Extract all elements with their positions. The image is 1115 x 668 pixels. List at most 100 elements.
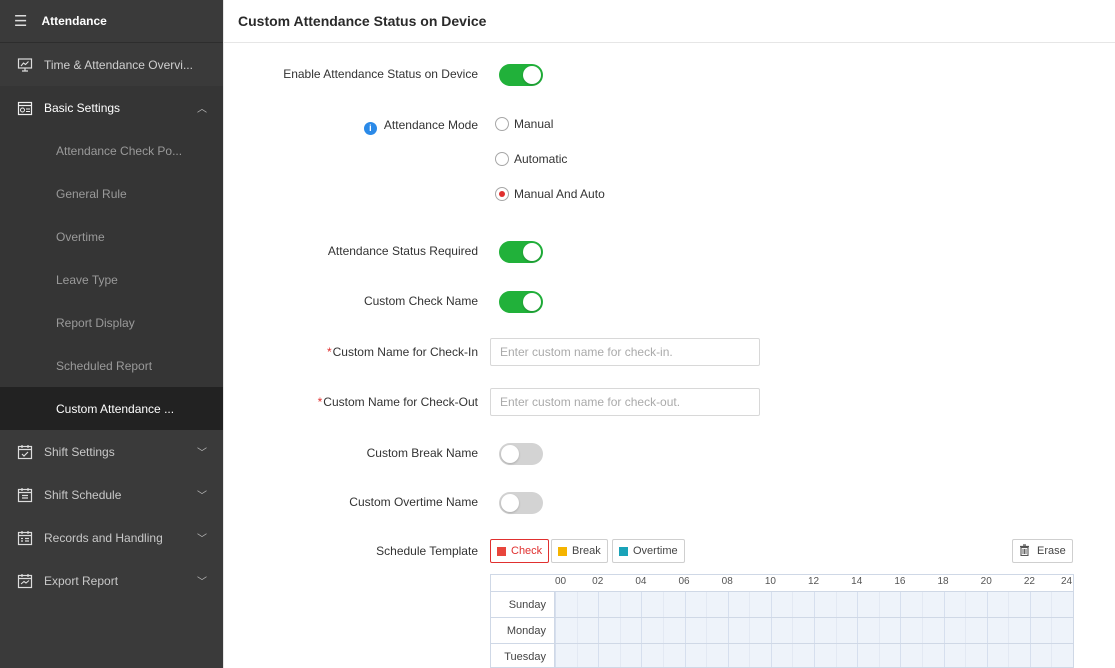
grid-vline xyxy=(878,591,880,667)
page-title: Custom Attendance Status on Device xyxy=(224,0,1115,43)
sidebar-header-title: Attendance xyxy=(41,14,107,28)
presentation-icon xyxy=(16,56,34,74)
chevron-down-icon: ﹀ xyxy=(197,448,207,459)
sidebar-subitem-scheduled-report[interactable]: Scheduled Report xyxy=(0,344,223,387)
overtime-name-label: Custom Overtime Name xyxy=(349,495,478,509)
toggle-knob xyxy=(523,66,541,84)
main-panel: Custom Attendance Status on Device Enabl… xyxy=(223,0,1115,668)
grid-vline xyxy=(814,591,815,667)
check-name-label: Custom Check Name xyxy=(363,294,478,308)
hour-label: 10 xyxy=(764,576,776,587)
erase-label: Erase xyxy=(1037,545,1066,557)
sidebar-item-shift-schedule[interactable]: Shift Schedule ﹀ xyxy=(0,473,223,516)
sidebar-subitem-leave-type[interactable]: Leave Type xyxy=(0,258,223,301)
grid-vline xyxy=(1008,591,1010,667)
sidebar-item-label: Basic Settings xyxy=(44,100,121,115)
grid-vline xyxy=(1051,591,1053,667)
erase-button[interactable]: Erase xyxy=(1012,539,1073,563)
status-required-label: Attendance Status Required xyxy=(327,244,478,258)
status-required-toggle[interactable] xyxy=(499,241,543,263)
sidebar-item-label: Export Report xyxy=(44,573,119,588)
trash-icon xyxy=(1019,543,1030,559)
sidebar-item-export-report[interactable]: Export Report ﹀ xyxy=(0,559,223,602)
menu-icon[interactable]: ☰ xyxy=(14,12,27,30)
grid-vline xyxy=(684,591,686,667)
sidebar-item-label: Shift Schedule xyxy=(44,487,122,502)
sidebar-subitem-overtime[interactable]: Overtime xyxy=(0,215,223,258)
overtime-name-toggle[interactable] xyxy=(499,492,543,514)
hour-label: 24 xyxy=(1061,576,1073,587)
mode-radio-manual[interactable]: Manual xyxy=(495,117,553,131)
sidebar-subitem-check-point[interactable]: Attendance Check Po... xyxy=(0,129,223,172)
checkin-label-wrap: *Custom Name for Check-In xyxy=(327,345,478,359)
grid-hline xyxy=(555,617,1073,618)
radio-circle xyxy=(495,187,509,201)
mode-radio-manual-and-auto[interactable]: Manual And Auto xyxy=(495,187,605,201)
template-button-label: Check xyxy=(511,545,543,557)
hour-label: 16 xyxy=(894,576,906,587)
toggle-knob xyxy=(523,293,541,311)
grid-vline xyxy=(576,591,578,667)
sidebar-item-overview[interactable]: Time & Attendance Overvi... xyxy=(0,43,223,86)
day-label: Sunday xyxy=(491,591,555,617)
enable-status-label: Enable Attendance Status on Device xyxy=(283,67,478,81)
hour-label: 12 xyxy=(808,576,820,587)
chevron-down-icon: ﹀ xyxy=(197,534,207,545)
mode-radio-automatic[interactable]: Automatic xyxy=(495,152,567,166)
sidebar-item-records-handling[interactable]: Records and Handling ﹀ xyxy=(0,516,223,559)
grid-vline xyxy=(900,591,902,667)
check-name-toggle[interactable] xyxy=(499,291,543,313)
chevron-down-icon: ﹀ xyxy=(197,577,207,588)
grid-vline xyxy=(857,591,859,667)
hour-label: 22 xyxy=(1023,576,1035,587)
break-name-toggle[interactable] xyxy=(499,443,543,465)
hour-label: 00 xyxy=(555,576,567,587)
sidebar-subitem-custom-attendance[interactable]: Custom Attendance ... xyxy=(0,387,223,430)
grid-vline xyxy=(706,591,708,667)
chevron-down-icon: ﹀ xyxy=(197,491,207,502)
toggle-knob xyxy=(501,445,519,463)
grid-vline xyxy=(727,591,729,667)
hour-label: 06 xyxy=(678,576,690,587)
template-button-label: Break xyxy=(572,545,601,557)
schedule-cells[interactable] xyxy=(555,591,1074,668)
template-check-button[interactable]: Check xyxy=(490,539,550,563)
required-mark: * xyxy=(326,345,332,359)
checkout-name-input[interactable] xyxy=(490,388,760,416)
checkout-label-wrap: *Custom Name for Check-Out xyxy=(318,395,478,409)
grid-vline xyxy=(792,591,794,667)
grid-vline xyxy=(943,591,945,667)
enable-status-toggle[interactable] xyxy=(499,64,543,86)
checkin-name-input[interactable] xyxy=(490,338,760,366)
grid-vline xyxy=(641,591,643,667)
hour-label: 08 xyxy=(721,576,733,587)
checkin-label: Custom Name for Check-In xyxy=(332,345,478,359)
overtime-swatch xyxy=(619,546,628,556)
grid-vline xyxy=(986,591,988,667)
template-break-button[interactable]: Break xyxy=(551,539,608,563)
break-name-label: Custom Break Name xyxy=(366,446,478,460)
grid-vline xyxy=(1029,591,1031,667)
toggle-knob xyxy=(501,494,519,512)
sidebar-group-basic-settings: Basic Settings ︿ Attendance Check Po... … xyxy=(0,86,223,430)
grid-vline xyxy=(1073,591,1074,668)
calendar-export-icon xyxy=(16,572,34,590)
info-icon[interactable]: i xyxy=(363,122,377,135)
grid-vline xyxy=(619,591,621,667)
hour-label: 18 xyxy=(937,576,949,587)
sidebar-item-basic-settings[interactable]: Basic Settings ︿ xyxy=(0,86,223,129)
sidebar-subitem-general-rule[interactable]: General Rule xyxy=(0,172,223,215)
grid-vline xyxy=(598,591,600,667)
radio-label: Manual xyxy=(514,117,554,131)
sidebar-item-label: Time & Attendance Overvi... xyxy=(44,57,193,72)
schedule-grid: 00 02 04 06 08 10 12 14 16 18 20 22 24 Sunday Monday… xyxy=(490,574,1074,668)
radio-label: Automatic xyxy=(514,152,568,166)
template-overtime-button[interactable]: Overtime xyxy=(612,539,685,563)
grid-vline xyxy=(770,591,772,667)
sidebar-item-shift-settings[interactable]: Shift Settings ﹀ xyxy=(0,430,223,473)
sidebar-item-label: Shift Settings xyxy=(44,444,115,459)
radio-circle xyxy=(495,117,509,131)
sidebar-subitem-report-display[interactable]: Report Display xyxy=(0,301,223,344)
hour-axis: 00 02 04 06 08 10 12 14 16 18 20 22 24 xyxy=(555,575,1073,591)
template-button-label: Overtime xyxy=(633,545,678,557)
